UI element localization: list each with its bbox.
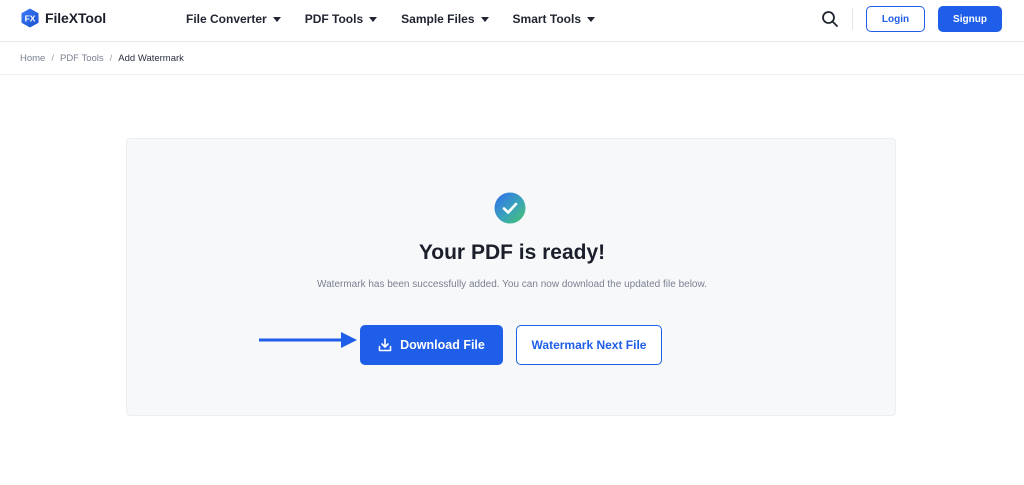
breadcrumb-divider [0,74,1024,75]
result-title: Your PDF is ready! [418,241,606,264]
header-divider [852,8,853,30]
main-nav: File Converter PDF Tools Sample Files Sm… [186,12,619,26]
logo-mark: FX [20,8,40,28]
breadcrumb-separator: / [51,53,54,64]
search-icon[interactable] [821,10,839,28]
brand-name: FileXTool [45,10,107,26]
watermark-next-file-button[interactable]: Watermark Next File [516,325,662,365]
nav-sample-files[interactable]: Sample Files [401,12,489,26]
breadcrumb-separator: / [109,53,113,64]
download-file-label: Download File [400,338,485,352]
nav-label: PDF Tools [304,12,364,26]
nav-label: Sample Files [401,12,475,26]
nav-file-converter[interactable]: File Converter [186,12,281,26]
signup-button[interactable]: Signup [938,6,1002,32]
nav-label: Smart Tools [512,12,581,26]
download-icon [378,338,392,352]
nav-label: File Converter [186,12,267,26]
breadcrumb: Home / PDF Tools / Add Watermark [20,53,184,64]
login-button[interactable]: Login [866,6,925,32]
nav-smart-tools[interactable]: Smart Tools [513,12,595,26]
brand-logo[interactable]: FX FileXTool [20,8,106,28]
caret-down-icon [272,16,281,22]
download-file-button[interactable]: Download File [360,325,503,365]
top-navbar: FX FileXTool File Converter PDF Tools Sa… [0,0,1024,42]
check-circle-icon [494,192,526,224]
nav-pdf-tools[interactable]: PDF Tools [304,12,378,26]
breadcrumb-home[interactable]: Home [20,53,45,64]
result-message: Watermark has been successfully added. Y… [317,279,707,290]
result-card [126,138,896,416]
caret-down-icon [369,16,378,22]
caret-down-icon [587,16,595,22]
arrow-right-icon [259,331,359,349]
caret-down-icon [480,16,489,22]
breadcrumb-pdf-tools[interactable]: PDF Tools [60,53,104,64]
svg-text:FX: FX [25,13,36,23]
breadcrumb-current: Add Watermark [118,53,184,64]
